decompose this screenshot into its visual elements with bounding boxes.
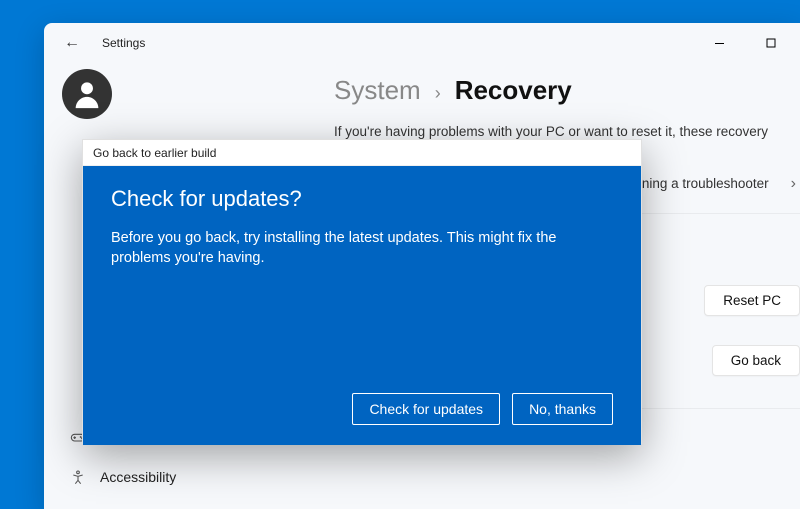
window-controls (702, 31, 788, 55)
breadcrumb-current: Recovery (455, 75, 572, 106)
dialog-text: Before you go back, try installing the l… (111, 228, 613, 269)
minimize-button[interactable] (702, 31, 736, 55)
maximize-button[interactable] (754, 31, 788, 55)
sidebar-item-accessibility[interactable]: Accessibility (62, 459, 294, 495)
dialog-actions: Check for updates No, thanks (111, 393, 613, 425)
no-thanks-button[interactable]: No, thanks (512, 393, 613, 425)
back-button[interactable]: ← (56, 30, 88, 56)
reset-pc-button[interactable]: Reset PC (704, 285, 800, 316)
dialog-body: Check for updates? Before you go back, t… (83, 166, 641, 445)
accessibility-icon (70, 469, 86, 485)
check-for-updates-button[interactable]: Check for updates (352, 393, 500, 425)
breadcrumb-parent[interactable]: System (334, 75, 421, 106)
dialog-heading: Check for updates? (111, 186, 613, 212)
dialog-title: Go back to earlier build (83, 140, 641, 166)
breadcrumb: System › Recovery (334, 75, 800, 106)
titlebar-left: ← Settings (56, 30, 145, 56)
go-back-button[interactable]: Go back (712, 345, 800, 376)
troubleshooter-hint: ning a troubleshooter (642, 176, 769, 191)
titlebar: ← Settings (44, 23, 800, 63)
breadcrumb-separator: › (435, 83, 441, 104)
chevron-right-icon: › (791, 175, 800, 193)
user-avatar[interactable] (62, 69, 112, 119)
app-title: Settings (102, 36, 145, 50)
sidebar-item-label: Accessibility (100, 469, 176, 485)
go-back-dialog: Go back to earlier build Check for updat… (82, 139, 642, 444)
